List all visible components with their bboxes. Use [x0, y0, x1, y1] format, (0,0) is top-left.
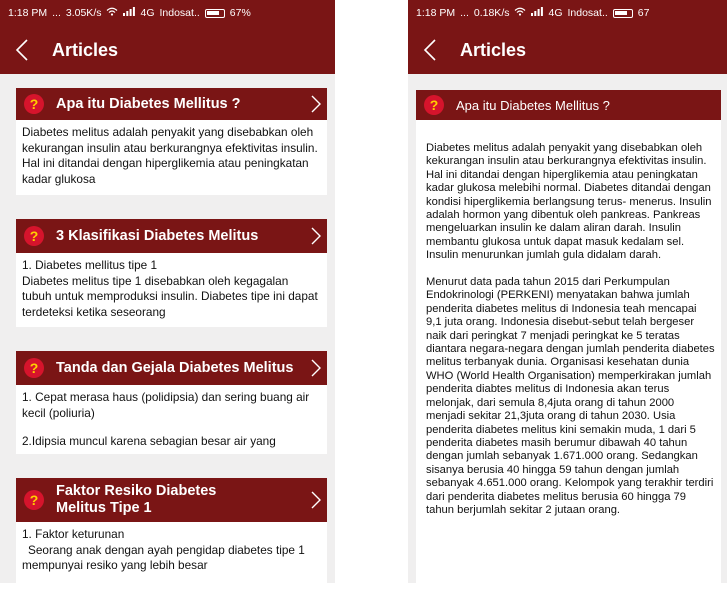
- question-mark-icon: ?: [24, 358, 44, 378]
- question-mark-icon: ?: [24, 94, 44, 114]
- signal-icon: [531, 7, 544, 19]
- status-speed: 3.05K/s: [65, 7, 102, 19]
- article-paragraph: Menurut data pada tahun 2015 dari Perkum…: [426, 276, 715, 516]
- wifi-icon: [514, 7, 526, 19]
- battery-level: 67: [637, 7, 650, 19]
- question-mark-icon: ?: [424, 95, 444, 115]
- article-detail: ? Apa itu Diabetes Mellitus ? Diabetes m…: [416, 90, 721, 583]
- chevron-right-icon[interactable]: [311, 359, 321, 377]
- app-bar: Articles: [408, 26, 727, 74]
- chevron-right-icon[interactable]: [311, 491, 321, 509]
- network-type: 4G: [548, 7, 563, 19]
- status-bar: 1:18 PM ... 0.18K/s 4G Indosat.. 67: [408, 0, 727, 26]
- card-preview: 1. Diabetes mellitus tipe 1 Diabetes mel…: [22, 258, 318, 319]
- card-header[interactable]: ? Faktor Resiko Diabetes Melitus Tipe 1: [16, 478, 327, 522]
- card-header[interactable]: ? Tanda dan Gejala Diabetes Melitus: [16, 351, 327, 385]
- battery-icon: [612, 8, 633, 18]
- card-header[interactable]: ? 3 Klasifikasi Diabetes Melitus: [16, 219, 327, 253]
- article-paragraph: Diabetes melitus adalah penyakit yang di…: [426, 142, 712, 262]
- page-title: Articles: [52, 39, 119, 60]
- question-mark-icon: ?: [24, 226, 44, 246]
- status-speed: 0.18K/s: [473, 7, 510, 19]
- article-body: Diabetes melitus adalah penyakit yang di…: [416, 120, 721, 517]
- battery-icon: [204, 8, 225, 18]
- page-title: Articles: [460, 39, 527, 60]
- article-card[interactable]: ? Tanda dan Gejala Diabetes Melitus 1. C…: [16, 351, 327, 454]
- question-mark-icon: ?: [24, 490, 44, 510]
- card-title: Apa itu Diabetes Mellitus ?: [56, 95, 241, 112]
- card-title: 3 Klasifikasi Diabetes Melitus: [56, 227, 259, 244]
- chevron-left-icon: [423, 39, 436, 61]
- signal-icon: [123, 7, 136, 19]
- network-type: 4G: [140, 7, 155, 19]
- status-dots: ...: [52, 7, 61, 19]
- card-preview: 1. Cepat merasa haus (polidipsia) dan se…: [22, 390, 310, 448]
- article-header: ? Apa itu Diabetes Mellitus ?: [416, 90, 721, 120]
- back-button[interactable]: [0, 26, 44, 74]
- card-preview: Diabetes melitus adalah penyakit yang di…: [22, 125, 318, 186]
- carrier-name: Indosat..: [567, 7, 608, 19]
- phone-screen-left: 1:18 PM ... 3.05K/s 4G Indosat.. 67% Art…: [0, 0, 335, 583]
- chevron-right-icon[interactable]: [311, 227, 321, 245]
- back-button[interactable]: [408, 26, 452, 74]
- article-card[interactable]: ? Apa itu Diabetes Mellitus ? Diabetes m…: [16, 88, 327, 195]
- card-title: Tanda dan Gejala Diabetes Melitus: [56, 359, 294, 376]
- status-dots: ...: [460, 7, 469, 19]
- phone-screen-right: 1:18 PM ... 0.18K/s 4G Indosat.. 67 Arti…: [408, 0, 727, 583]
- status-time: 1:18 PM: [8, 7, 48, 19]
- article-card[interactable]: ? Faktor Resiko Diabetes Melitus Tipe 1 …: [16, 478, 327, 583]
- carrier-name: Indosat..: [159, 7, 200, 19]
- wifi-icon: [106, 7, 118, 19]
- article-card[interactable]: ? 3 Klasifikasi Diabetes Melitus 1. Diab…: [16, 219, 327, 327]
- battery-level: 67%: [229, 7, 251, 19]
- chevron-right-icon[interactable]: [311, 95, 321, 113]
- article-title: Apa itu Diabetes Mellitus ?: [456, 97, 610, 113]
- card-header[interactable]: ? Apa itu Diabetes Mellitus ?: [16, 88, 327, 120]
- status-time: 1:18 PM: [416, 7, 456, 19]
- app-bar: Articles: [0, 26, 335, 74]
- chevron-left-icon: [15, 39, 28, 61]
- card-title: Faktor Resiko Diabetes Melitus Tipe 1: [56, 483, 217, 516]
- card-preview: 1. Faktor keturunan Seorang anak dengan …: [22, 527, 305, 572]
- status-bar: 1:18 PM ... 3.05K/s 4G Indosat.. 67%: [0, 0, 335, 26]
